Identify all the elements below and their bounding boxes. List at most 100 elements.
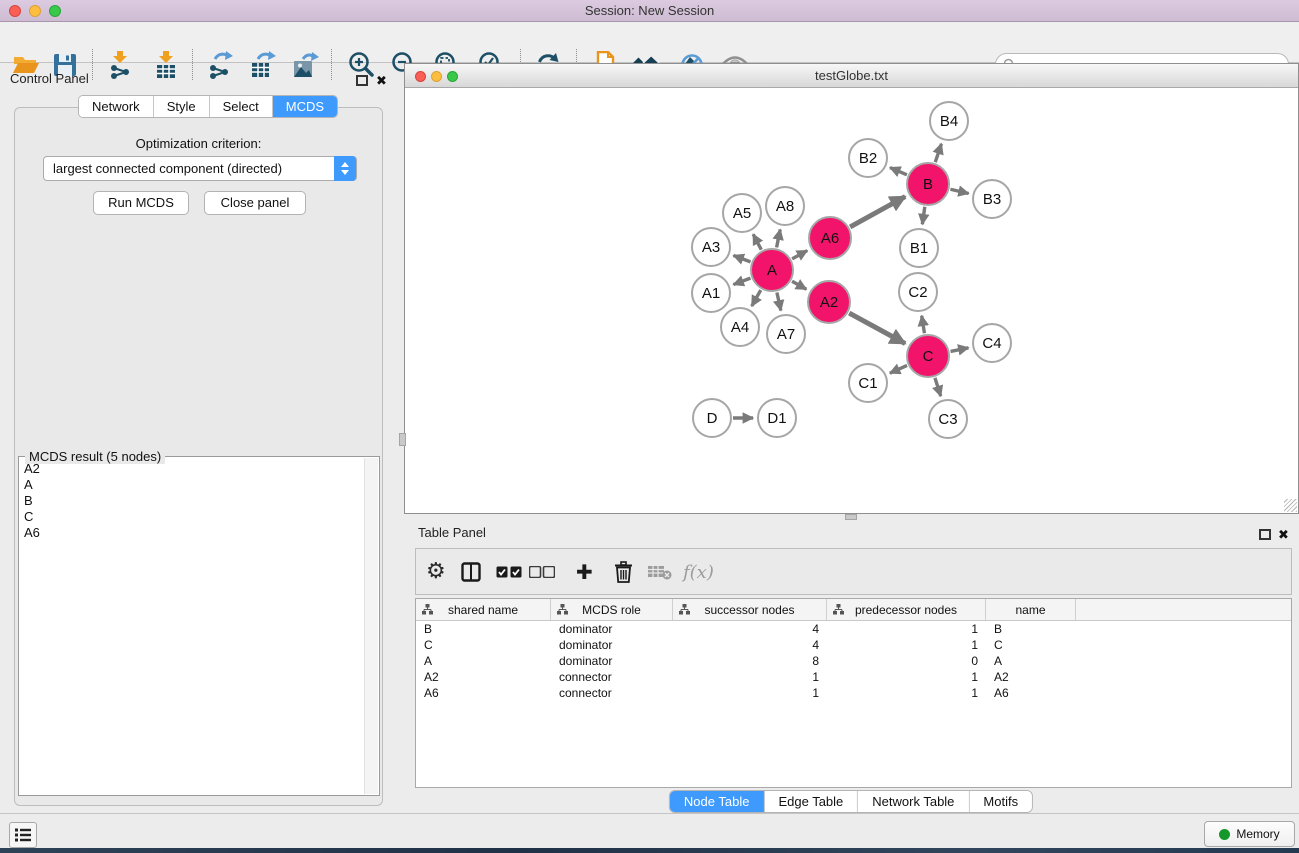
network-canvas[interactable]: B4B2BB3A8A5A6A3B1AC2A1A2A4A7C4CC1DD1C3: [405, 88, 1298, 513]
table-cell[interactable]: dominator: [551, 637, 673, 653]
table-row[interactable]: A2connector11A2: [416, 669, 1291, 685]
show-columns-button[interactable]: [461, 558, 481, 586]
graph-node-C2[interactable]: C2: [899, 273, 937, 311]
export-network-button[interactable]: [204, 50, 234, 80]
column-header-name[interactable]: name: [986, 599, 1076, 620]
run-mcds-button[interactable]: Run MCDS: [93, 191, 189, 215]
table-cell[interactable]: A2: [986, 669, 1076, 685]
table-cell[interactable]: 0: [827, 653, 986, 669]
result-item[interactable]: A6: [20, 525, 363, 541]
table-cell[interactable]: B: [986, 621, 1076, 637]
column-header-shared-name[interactable]: shared name: [416, 599, 551, 620]
table-row[interactable]: Cdominator41C: [416, 637, 1291, 653]
scrollbar-thumb-horizontal[interactable]: [845, 514, 857, 520]
delete-table-button[interactable]: [647, 558, 672, 586]
table-cell[interactable]: A: [986, 653, 1076, 669]
column-header-MCDS-role[interactable]: MCDS role: [551, 599, 673, 620]
table-cell[interactable]: C: [416, 637, 551, 653]
tab-style[interactable]: Style: [154, 96, 210, 117]
select-stepper[interactable]: [334, 156, 356, 181]
graph-node-C1[interactable]: C1: [849, 364, 887, 402]
table-settings-button[interactable]: ⚙: [426, 558, 446, 586]
select-all-button[interactable]: [496, 558, 522, 586]
tab-mcds[interactable]: MCDS: [273, 96, 337, 117]
clear-selection-button[interactable]: [529, 558, 555, 586]
optimization-criterion-select[interactable]: largest connected component (directed): [43, 156, 357, 181]
table-cell[interactable]: 1: [673, 685, 827, 701]
add-column-button[interactable]: ✚: [576, 558, 593, 586]
network-window-titlebar[interactable]: testGlobe.txt: [405, 64, 1298, 88]
table-cell[interactable]: A6: [986, 685, 1076, 701]
graph-node-D[interactable]: D: [693, 399, 731, 437]
table-cell[interactable]: dominator: [551, 653, 673, 669]
zoom-window-button[interactable]: [49, 5, 61, 17]
graph-node-A[interactable]: A: [751, 249, 793, 291]
graph-edge-C-C4[interactable]: [951, 348, 969, 352]
graph-node-A3[interactable]: A3: [692, 228, 730, 266]
graph-node-A1[interactable]: A1: [692, 274, 730, 312]
graph-node-A6[interactable]: A6: [809, 217, 851, 259]
close-window-button[interactable]: [415, 71, 426, 82]
graph-edge-A-A5[interactable]: [753, 234, 761, 249]
minimize-window-button[interactable]: [29, 5, 41, 17]
column-header-successor-nodes[interactable]: successor nodes: [673, 599, 827, 620]
table-cell[interactable]: 1: [827, 669, 986, 685]
table-cell[interactable]: B: [416, 621, 551, 637]
export-image-button[interactable]: [290, 50, 320, 80]
tab-select[interactable]: Select: [210, 96, 273, 117]
graph-node-B[interactable]: B: [907, 163, 949, 205]
column-header-predecessor-nodes[interactable]: predecessor nodes: [827, 599, 986, 620]
result-item[interactable]: A2: [20, 461, 363, 477]
table-row[interactable]: A6connector11A6: [416, 685, 1291, 701]
result-item[interactable]: A: [20, 477, 363, 493]
result-scrollbar[interactable]: [364, 458, 378, 794]
graph-node-B2[interactable]: B2: [849, 139, 887, 177]
table-panel-close-button[interactable]: ✖: [1278, 526, 1289, 544]
tab-motifs[interactable]: Motifs: [969, 791, 1032, 812]
graph-edge-A-A8[interactable]: [777, 230, 781, 248]
graph-edge-A-A1[interactable]: [733, 278, 750, 284]
tab-node-table[interactable]: Node Table: [670, 791, 765, 812]
task-history-button[interactable]: [9, 822, 37, 848]
graph-node-C3[interactable]: C3: [929, 400, 967, 438]
close-panel-button[interactable]: Close panel: [204, 191, 306, 215]
table-row[interactable]: Bdominator41B: [416, 621, 1291, 637]
table-cell[interactable]: A6: [416, 685, 551, 701]
graph-node-B3[interactable]: B3: [973, 180, 1011, 218]
graph-edge-C-C1[interactable]: [890, 365, 907, 373]
control-panel-close-button[interactable]: ✖: [376, 72, 387, 90]
graph-node-A4[interactable]: A4: [721, 308, 759, 346]
graph-edge-B-B4[interactable]: [935, 144, 941, 162]
graph-edge-C-C2[interactable]: [922, 316, 925, 334]
resize-grip[interactable]: [1284, 499, 1297, 512]
tab-network-table[interactable]: Network Table: [858, 791, 969, 812]
close-window-button[interactable]: [9, 5, 21, 17]
table-cell[interactable]: 4: [673, 621, 827, 637]
import-network-button[interactable]: [105, 50, 135, 80]
control-panel-float-button[interactable]: [356, 73, 368, 91]
table-cell[interactable]: connector: [551, 685, 673, 701]
delete-column-button[interactable]: [614, 558, 633, 586]
function-builder-button[interactable]: f(x): [683, 558, 714, 586]
table-cell[interactable]: A2: [416, 669, 551, 685]
table-cell[interactable]: dominator: [551, 621, 673, 637]
graph-edge-C-C3[interactable]: [935, 378, 941, 396]
graph-edge-B-B1[interactable]: [922, 207, 924, 224]
table-cell[interactable]: 8: [673, 653, 827, 669]
graph-node-A5[interactable]: A5: [723, 194, 761, 232]
graph-edge-A2-C[interactable]: [849, 313, 905, 344]
graph-edge-A6-B[interactable]: [850, 197, 905, 227]
table-cell[interactable]: 4: [673, 637, 827, 653]
graph-node-C[interactable]: C: [907, 335, 949, 377]
graph-edge-A-A3[interactable]: [733, 255, 750, 261]
graph-node-D1[interactable]: D1: [758, 399, 796, 437]
table-cell[interactable]: A: [416, 653, 551, 669]
table-cell[interactable]: 1: [827, 621, 986, 637]
zoom-window-button[interactable]: [447, 71, 458, 82]
graph-edge-A-A4[interactable]: [752, 290, 761, 306]
graph-edge-B-B2[interactable]: [890, 168, 907, 175]
network-graph[interactable]: B4B2BB3A8A5A6A3B1AC2A1A2A4A7C4CC1DD1C3: [405, 88, 1298, 513]
graph-node-C4[interactable]: C4: [973, 324, 1011, 362]
graph-edge-A-A7[interactable]: [777, 292, 781, 310]
network-window-controls[interactable]: [415, 71, 458, 82]
